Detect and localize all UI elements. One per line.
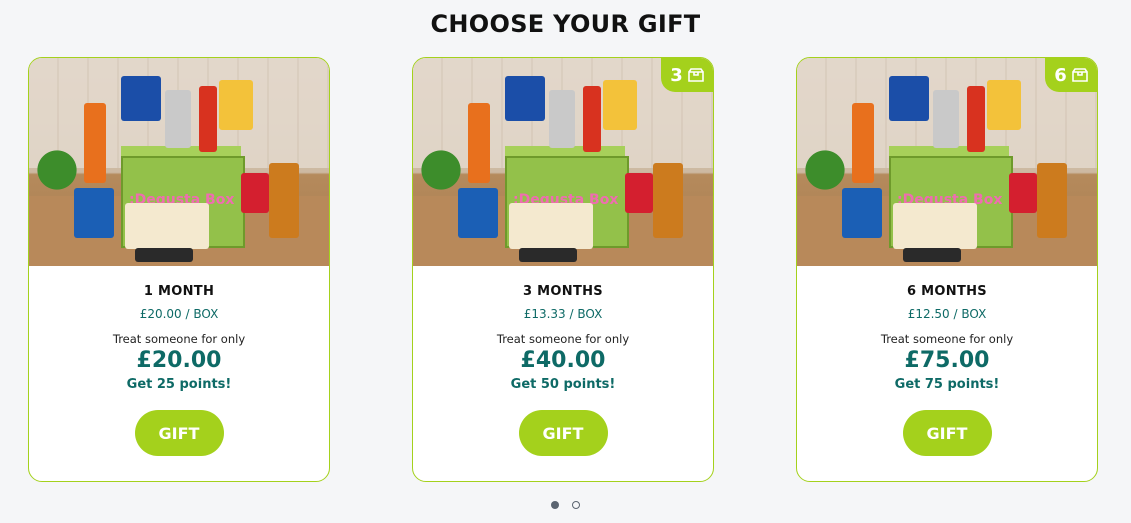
treat-text: Treat someone for only bbox=[880, 332, 1014, 346]
gift-card-1-month: :Degusta Box 1 MONTH £20.00 / BOX Treat … bbox=[28, 57, 330, 482]
plan-duration: 3 MONTHS bbox=[523, 284, 603, 299]
gift-button[interactable]: GIFT bbox=[518, 410, 608, 456]
gift-card-3-months: :Degusta Box 3 3 MONTHS £13.33 / BOX Tre… bbox=[412, 57, 714, 482]
badge-count: 6 bbox=[1054, 64, 1067, 86]
carousel-dot-2[interactable] bbox=[572, 501, 581, 509]
points-text: Get 75 points! bbox=[894, 377, 1000, 392]
box-count-badge: 6 bbox=[1045, 58, 1097, 92]
badge-count: 3 bbox=[670, 64, 683, 86]
total-price: £75.00 bbox=[904, 348, 990, 373]
price-per-box: £20.00 / BOX bbox=[139, 307, 219, 321]
box-count-badge: 3 bbox=[661, 58, 713, 92]
price-per-box: £12.50 / BOX bbox=[907, 307, 987, 321]
gift-button[interactable]: GIFT bbox=[902, 410, 992, 456]
gift-button[interactable]: GIFT bbox=[134, 410, 224, 456]
treat-text: Treat someone for only bbox=[496, 332, 630, 346]
carousel-pagination bbox=[0, 494, 1131, 513]
box-icon bbox=[687, 68, 704, 82]
plan-duration: 6 MONTHS bbox=[907, 284, 987, 299]
carousel-dot-1[interactable] bbox=[550, 501, 559, 509]
points-text: Get 25 points! bbox=[126, 377, 232, 392]
treat-text: Treat someone for only bbox=[112, 332, 246, 346]
box-icon bbox=[1071, 68, 1088, 82]
page-title: CHOOSE YOUR GIFT bbox=[430, 10, 701, 38]
total-price: £20.00 bbox=[136, 348, 222, 373]
total-price: £40.00 bbox=[520, 348, 606, 373]
product-photo: :Degusta Box 6 bbox=[797, 58, 1097, 266]
price-per-box: £13.33 / BOX bbox=[523, 307, 603, 321]
gift-card-6-months: :Degusta Box 6 6 MONTHS £12.50 / BOX Tre… bbox=[796, 57, 1098, 482]
points-text: Get 50 points! bbox=[510, 377, 616, 392]
product-photo: :Degusta Box bbox=[29, 58, 329, 266]
plan-duration: 1 MONTH bbox=[143, 284, 215, 299]
product-photo: :Degusta Box 3 bbox=[413, 58, 713, 266]
